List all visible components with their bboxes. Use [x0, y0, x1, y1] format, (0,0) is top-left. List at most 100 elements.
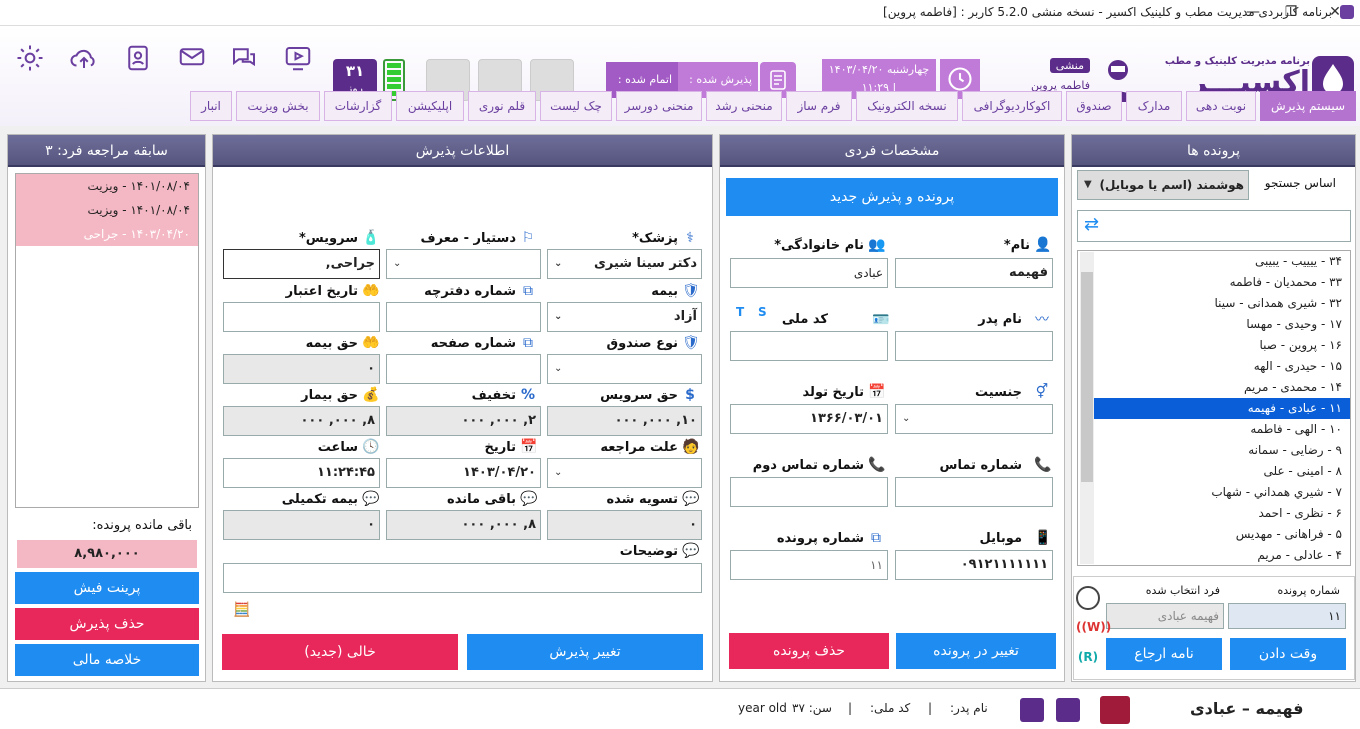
- list-item[interactable]: ۳۲ - شیری همدانی - سینا: [1094, 293, 1350, 314]
- father-name-field[interactable]: [895, 331, 1053, 361]
- tab-light-pen[interactable]: قلم نوری: [468, 91, 536, 121]
- personal-panel-title: مشخصات فردی: [720, 135, 1064, 167]
- delete-file-button[interactable]: حذف پرونده: [729, 633, 889, 669]
- file-list-scrollbar[interactable]: [1080, 252, 1094, 564]
- cloud-upload-icon[interactable]: [66, 40, 102, 76]
- visit-reason-select[interactable]: ⌄: [547, 458, 702, 488]
- validity-date-field[interactable]: [223, 302, 380, 332]
- separator: |: [848, 701, 853, 715]
- notes-field[interactable]: [223, 563, 702, 593]
- list-item[interactable]: ۶ - نظری - احمد: [1094, 503, 1350, 524]
- tab-cashbox[interactable]: صندوق: [1066, 91, 1122, 121]
- second-phone-field[interactable]: [730, 477, 888, 507]
- list-item[interactable]: ۹ - رضایی - سمانه: [1094, 440, 1350, 461]
- list-item[interactable]: ۵ - فراهانی - مهدیس: [1094, 524, 1350, 545]
- inbox-icon[interactable]: [1056, 698, 1080, 722]
- file-list[interactable]: ۳۴ - ییییب - یبیبی ۳۳ - محمدیان - فاطمه …: [1077, 250, 1351, 566]
- booklet-number-field[interactable]: [386, 302, 541, 332]
- list-item[interactable]: ۱۴۰۱/۰۸/۰۴ - ویزیت: [16, 174, 198, 198]
- calendar-forward-icon[interactable]: [1020, 698, 1044, 722]
- national-code-label: کد ملی: [781, 312, 828, 327]
- scrollbar-thumb[interactable]: [1081, 272, 1093, 482]
- tab-visit-section[interactable]: بخش ویزیت: [236, 91, 320, 121]
- t-toggle[interactable]: T: [736, 305, 744, 319]
- maximize-button[interactable]: ❐: [1276, 2, 1306, 22]
- tab-documents[interactable]: مدارک: [1126, 91, 1182, 121]
- list-item[interactable]: ۳۳ - محمدیان - فاطمه: [1094, 272, 1350, 293]
- refresh-icon[interactable]: ⇄: [1084, 211, 1099, 239]
- insurance-select[interactable]: آزاد ⌄: [547, 302, 702, 332]
- insurance-icon: 🛡: [682, 283, 700, 299]
- service-field[interactable]: جراحی,: [223, 249, 380, 279]
- list-item[interactable]: ۱۴ - محمدی - مریم: [1094, 377, 1350, 398]
- clear-new-button[interactable]: خالی (جدید): [222, 634, 458, 670]
- list-item[interactable]: ۸ - امینی - علی: [1094, 461, 1350, 482]
- tab-head-circumference[interactable]: منحنی دورسر: [616, 91, 702, 121]
- visit-history-list[interactable]: ۱۴۰۱/۰۸/۰۴ - ویزیت ۱۴۰۱/۰۸/۰۴ - ویزیت ۱۴…: [15, 173, 199, 508]
- edit-icon[interactable]: [1100, 696, 1130, 724]
- discount-field[interactable]: ۲, ۰۰۰, ۰۰۰: [386, 406, 541, 436]
- assistant-select[interactable]: ⌄: [386, 249, 541, 279]
- edit-file-button[interactable]: تغییر در پرونده: [896, 633, 1056, 669]
- tab-e-prescription[interactable]: نسخه الکترونیک: [856, 91, 958, 121]
- change-admission-button[interactable]: تغییر پذیرش: [467, 634, 703, 670]
- search-basis-label: اساس جستجو: [1264, 176, 1336, 190]
- print-receipt-button[interactable]: پرینت فیش: [15, 572, 199, 604]
- settings-gear-icon[interactable]: [12, 40, 48, 76]
- wifi-card-icon[interactable]: ((W)): [1076, 620, 1111, 640]
- last-name-field[interactable]: عبادی: [730, 258, 888, 288]
- list-item[interactable]: ۱۷ - وحیدی - مهسا: [1094, 314, 1350, 335]
- page-number-field[interactable]: [386, 354, 541, 384]
- list-item-selected[interactable]: ۱۴۰۳/۰۴/۲۰ - جراحی: [16, 222, 198, 246]
- list-item[interactable]: ۱۶ - پروین - صبا: [1094, 335, 1350, 356]
- list-item[interactable]: ۴ - عادلی - مریم: [1094, 545, 1350, 565]
- time-field[interactable]: ۱۱:۲۴:۴۵: [223, 458, 380, 488]
- tab-echocardiography[interactable]: اکوکاردیوگرافی: [962, 91, 1062, 121]
- fingerprint-icon[interactable]: [1076, 586, 1100, 610]
- list-item[interactable]: ۳۴ - ییییب - یبیبی: [1094, 251, 1350, 272]
- page-number-label: شماره صفحه: [430, 336, 516, 351]
- phone-field[interactable]: [895, 477, 1053, 507]
- delete-admission-button[interactable]: حذف پذیرش: [15, 608, 199, 640]
- tab-growth-chart[interactable]: منحنی رشد: [706, 91, 782, 121]
- tab-application[interactable]: اپلیکیشن: [396, 91, 464, 121]
- file-search-input[interactable]: ⇄: [1077, 210, 1351, 242]
- birth-date-field[interactable]: ۱۳۶۶/۰۳/۰۱: [730, 404, 888, 434]
- money-bag-icon: 💰: [362, 387, 380, 403]
- date-field[interactable]: ۱۴۰۳/۰۴/۲۰: [386, 458, 541, 488]
- referral-letter-button[interactable]: نامه ارجاع: [1106, 638, 1222, 670]
- search-mode-select[interactable]: هوشمند (اسم یا موبایل) ▼: [1077, 170, 1249, 200]
- doctor-select[interactable]: دکتر سینا شیری ⌄: [547, 249, 702, 279]
- tab-checklist[interactable]: چک لیست: [540, 91, 612, 121]
- first-name-field[interactable]: فهیمه: [895, 258, 1053, 288]
- tab-reports[interactable]: گزارشات: [324, 91, 392, 121]
- tab-appointments[interactable]: نوبت دهی: [1186, 91, 1256, 121]
- video-icon[interactable]: [280, 40, 316, 76]
- list-item[interactable]: ۱۰ - الهی - فاطمه: [1094, 419, 1350, 440]
- list-item[interactable]: ۷ - شیري همداني - شهاب: [1094, 482, 1350, 503]
- file-number-field[interactable]: ۱۱: [730, 550, 888, 580]
- appointment-button[interactable]: وقت دادن: [1230, 638, 1346, 670]
- list-item-selected[interactable]: ۱۱ - عبادی - فهیمه: [1094, 398, 1350, 419]
- rfid-icon[interactable]: (R): [1076, 650, 1100, 670]
- s-toggle[interactable]: S: [758, 305, 767, 319]
- fund-type-select[interactable]: ⌄: [547, 354, 702, 384]
- sms-icon[interactable]: [174, 40, 210, 76]
- tab-warehouse[interactable]: انبار: [190, 91, 232, 121]
- chat-icon[interactable]: [226, 40, 262, 76]
- new-file-admission-button[interactable]: پرونده و پذیرش جدید: [726, 178, 1058, 216]
- gender-select[interactable]: ⌄: [895, 404, 1053, 434]
- tab-reception[interactable]: سیستم پذیرش: [1260, 91, 1356, 121]
- patient-name: فهیمه – عبادی: [1190, 699, 1304, 718]
- tab-form-builder[interactable]: فرم ساز: [786, 91, 852, 121]
- calculator-icon[interactable]: 🧮: [233, 602, 253, 622]
- contacts-icon[interactable]: [120, 40, 156, 76]
- mobile-field[interactable]: ۰۹۱۲۱۱۱۱۱۱۱: [895, 550, 1053, 580]
- national-code-field[interactable]: [730, 331, 888, 361]
- selected-file-no-field[interactable]: ۱۱: [1228, 603, 1346, 629]
- close-button[interactable]: ✕: [1320, 2, 1350, 22]
- list-item[interactable]: ۱۴۰۱/۰۸/۰۴ - ویزیت: [16, 198, 198, 222]
- minimize-button[interactable]: —: [1238, 2, 1268, 22]
- list-item[interactable]: ۱۵ - حیدری - الهه: [1094, 356, 1350, 377]
- financial-summary-button[interactable]: خلاصه مالی: [15, 644, 199, 676]
